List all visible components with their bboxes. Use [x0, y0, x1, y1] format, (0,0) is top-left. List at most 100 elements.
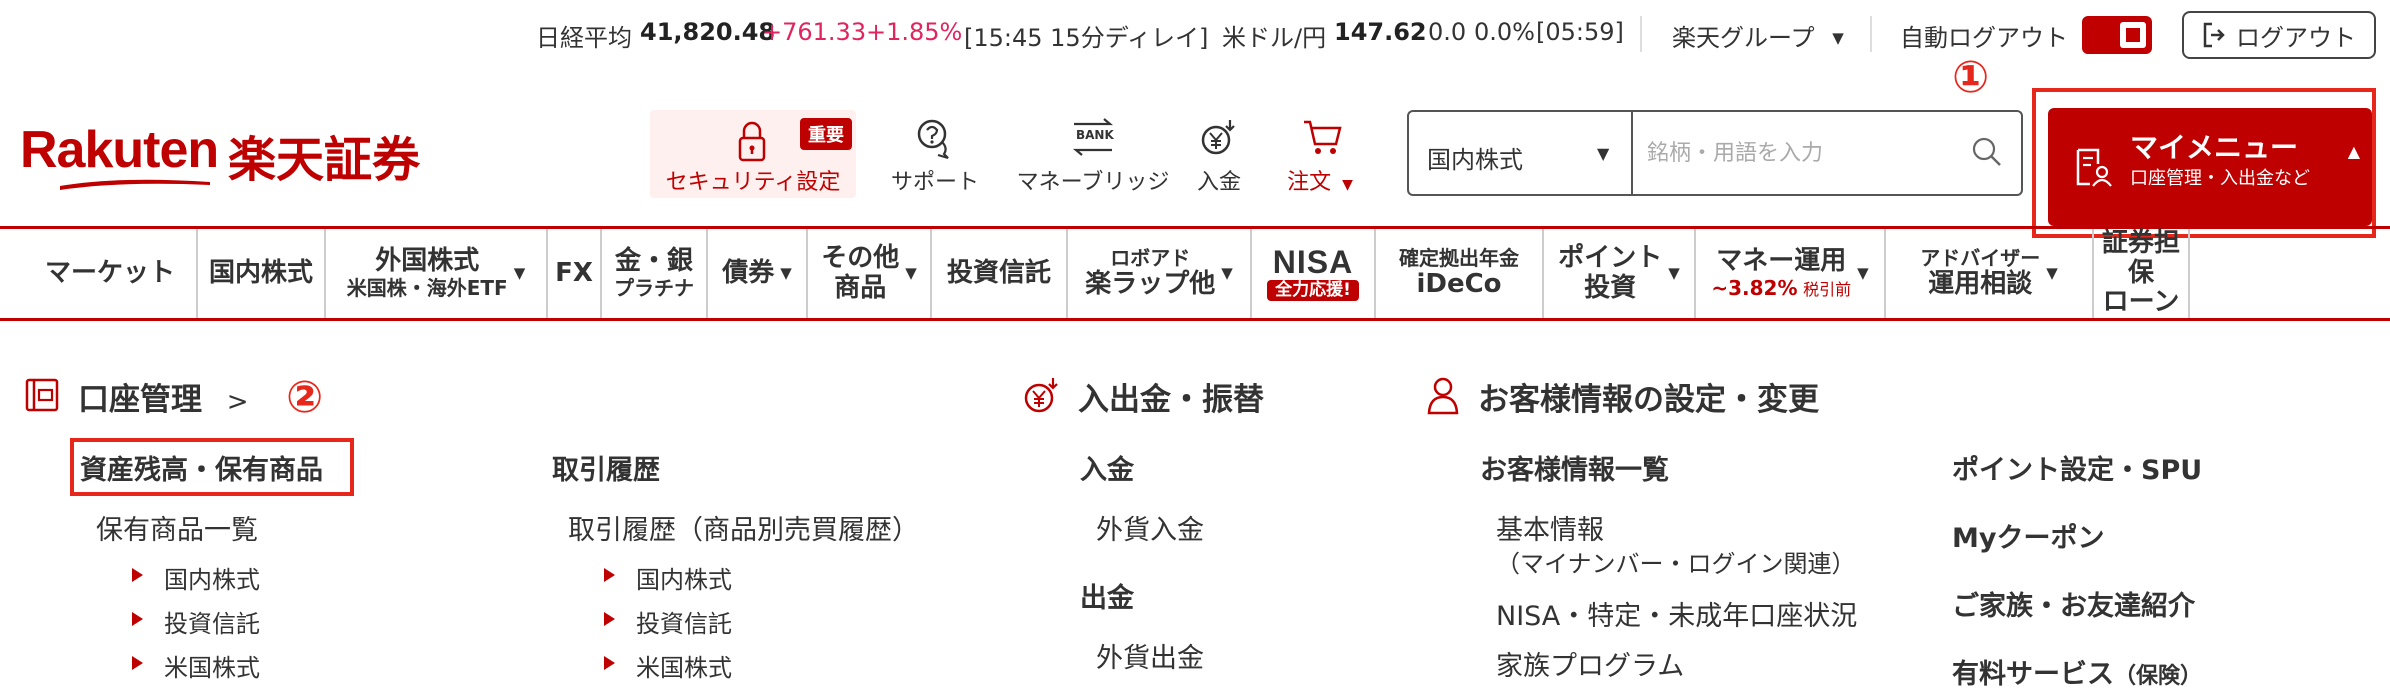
gnav-securities-loan[interactable]: 証券担保 ローン	[2092, 228, 2190, 318]
deposit-link[interactable]: 入金	[1184, 118, 1254, 196]
gnav-money-management[interactable]: マネー運用 ~3.82% 税引前 ▼	[1694, 229, 1884, 318]
gnav-domestic-label: 国内株式	[208, 257, 313, 288]
rakuten-group-menu[interactable]: 楽天グループ ▼	[1672, 18, 1844, 53]
gnav-foreign-label: 外国株式	[375, 246, 480, 277]
support-label: サポート	[890, 170, 979, 195]
gnav-advisor-sub: 運用相談	[1928, 269, 2033, 300]
gnav-ideco[interactable]: 確定拠出年金 iDeCo	[1374, 229, 1542, 318]
usd-jpy-value: 147.62	[1334, 18, 1427, 46]
search-input[interactable]	[1645, 132, 1949, 174]
trade-history-link[interactable]: 取引履歴（商品別売買履歴）	[568, 508, 919, 547]
deposit-label: 入金	[1196, 170, 1241, 195]
holdings-us-link[interactable]: 米国株式	[164, 648, 260, 683]
trade-history-head[interactable]: 取引履歴	[552, 448, 660, 487]
order-menu[interactable]: 注文 ▼	[1280, 118, 1360, 196]
gnav-fx[interactable]: FX	[546, 229, 600, 318]
caret-down-icon: ▼	[780, 263, 792, 282]
gnav-nisa[interactable]: NISA 全力応援!	[1250, 229, 1374, 318]
divider	[1631, 112, 1633, 194]
holdings-domestic-link[interactable]: 国内株式	[164, 560, 260, 595]
caret-down-icon: ▼	[1221, 263, 1233, 282]
gnav-funds-label: 投資信託	[946, 257, 1051, 288]
usd-jpy-change: 0.0	[1428, 18, 1467, 46]
withdraw-head[interactable]: 出金	[1080, 576, 1134, 615]
holdings-funds-link[interactable]: 投資信託	[164, 604, 260, 639]
gnav-other-products[interactable]: その他 商品 ▼	[806, 229, 930, 318]
customer-info-list-link[interactable]: お客様情報一覧	[1480, 448, 1669, 487]
gnav-money-label: マネー運用	[1716, 246, 1847, 277]
holdings-list-link[interactable]: 保有商品一覧	[96, 508, 258, 547]
family-program-link[interactable]: 家族プログラム	[1496, 644, 1684, 683]
gnav-advisor[interactable]: アドバイザー 運用相談 ▼	[1884, 229, 2092, 318]
fx-deposit-link[interactable]: 外貨入金	[1096, 508, 1204, 547]
gnav-other-sub: 商品	[834, 272, 887, 303]
deposit-transfer-title[interactable]: 入出金・振替	[1078, 374, 1264, 419]
history-funds-link[interactable]: 投資信託	[636, 604, 732, 639]
gnav-market[interactable]: マーケット	[24, 229, 196, 318]
logout-button[interactable]: ログアウト	[2182, 11, 2376, 59]
triangle-right-icon	[132, 612, 143, 626]
caret-up-icon: ▲	[2347, 142, 2360, 161]
usd-jpy-percent: 0.0%	[1474, 18, 1535, 46]
basic-info-note: （マイナンバー・ログイン関連）	[1496, 550, 1856, 578]
account-management-link[interactable]: 口座管理 >	[78, 374, 249, 419]
yen-transfer-icon	[1024, 378, 1058, 413]
gnav-robo-advisor[interactable]: ロボアド 楽ラップ他 ▼	[1066, 229, 1250, 318]
auto-logout-label: 自動ログアウト	[1900, 24, 2068, 52]
customer-info-title[interactable]: お客様情報の設定・変更	[1478, 374, 1819, 419]
gnav-domestic-stocks[interactable]: 国内株式	[196, 229, 324, 318]
nikkei-change: +761.33	[762, 18, 867, 46]
gnav-precious-metals[interactable]: 金・銀 プラチナ	[600, 229, 706, 318]
caret-down-icon: ▼	[1857, 263, 1869, 282]
my-coupon-link[interactable]: Myクーポン	[1952, 516, 2104, 555]
annotation-number-1: ①	[1952, 52, 1990, 103]
gnav-robo-label: ロボアド	[1110, 246, 1191, 271]
search-category-select[interactable]: 国内株式	[1427, 140, 1523, 175]
paid-services-link[interactable]: 有料サービス（保険）	[1952, 652, 2202, 691]
toggle-knob	[2120, 22, 2146, 48]
usd-jpy-label: 米ドル/円	[1222, 24, 1327, 52]
search-bar: 国内株式 ▼	[1407, 110, 2023, 196]
important-badge: 重要	[800, 118, 852, 150]
divider	[1870, 16, 1872, 52]
deposit-head[interactable]: 入金	[1080, 448, 1134, 487]
history-us-link[interactable]: 米国株式	[636, 648, 732, 683]
nikkei-time: [15:45 15分ディレイ]	[964, 24, 1209, 52]
caret-down-icon: ▼	[905, 263, 917, 282]
my-menu-subtitle: 口座管理・入出金など	[2130, 168, 2310, 189]
market-ticker-bar: 日経平均 41,820.48 +761.33 +1.85% [15:45 15分…	[0, 0, 2390, 68]
gnav-money-rate: ~3.82%	[1711, 275, 1798, 300]
chevron-right-icon: >	[226, 387, 249, 417]
basic-info-link[interactable]: 基本情報	[1496, 508, 1604, 547]
caret-down-icon: ▼	[1342, 177, 1353, 193]
gnav-bonds[interactable]: 債券 ▼	[706, 229, 806, 318]
gnav-point-investment[interactable]: ポイント 投資 ▼	[1542, 229, 1694, 318]
support-chat-icon	[917, 119, 949, 160]
gnav-gold-sub: プラチナ	[614, 275, 694, 300]
referral-link[interactable]: ご家族・お友達紹介	[1952, 584, 2195, 623]
history-domestic-link[interactable]: 国内株式	[636, 560, 732, 595]
paid-services-label: 有料サービス	[1952, 659, 2114, 690]
assets-holdings-link[interactable]: 資産残高・保有商品	[80, 448, 323, 487]
gnav-investment-trusts[interactable]: 投資信託	[930, 229, 1066, 318]
paid-services-note: （保険）	[2114, 664, 2203, 689]
point-settings-spu-link[interactable]: ポイント設定・SPU	[1952, 448, 2202, 487]
triangle-right-icon	[132, 568, 143, 582]
my-menu-button[interactable]: マイメニュー 口座管理・入出金など ▲	[2048, 108, 2372, 226]
fx-withdraw-link[interactable]: 外貨出金	[1096, 636, 1204, 675]
divider	[1640, 16, 1642, 52]
triangle-right-icon	[604, 656, 615, 670]
support-link[interactable]: サポート	[880, 118, 990, 196]
divider	[0, 318, 2390, 321]
nisa-account-status-link[interactable]: NISA・特定・未成年口座状況	[1496, 594, 1857, 633]
nikkei-percent: +1.85%	[866, 18, 963, 46]
search-icon[interactable]	[1971, 136, 2003, 168]
caret-down-icon: ▼	[1668, 263, 1680, 282]
auto-logout-toggle[interactable]	[2082, 16, 2152, 54]
money-bridge-link[interactable]: BANK マネーブリッジ	[1008, 118, 1178, 196]
nisa-logo: NISA	[1272, 243, 1354, 280]
annotation-number-2: ②	[286, 372, 324, 423]
security-label: セキュリティ設定	[665, 170, 841, 195]
gnav-foreign-stocks[interactable]: 外国株式 米国株・海外ETF ▼	[324, 229, 546, 318]
usd-jpy-time: [05:59]	[1536, 18, 1624, 46]
